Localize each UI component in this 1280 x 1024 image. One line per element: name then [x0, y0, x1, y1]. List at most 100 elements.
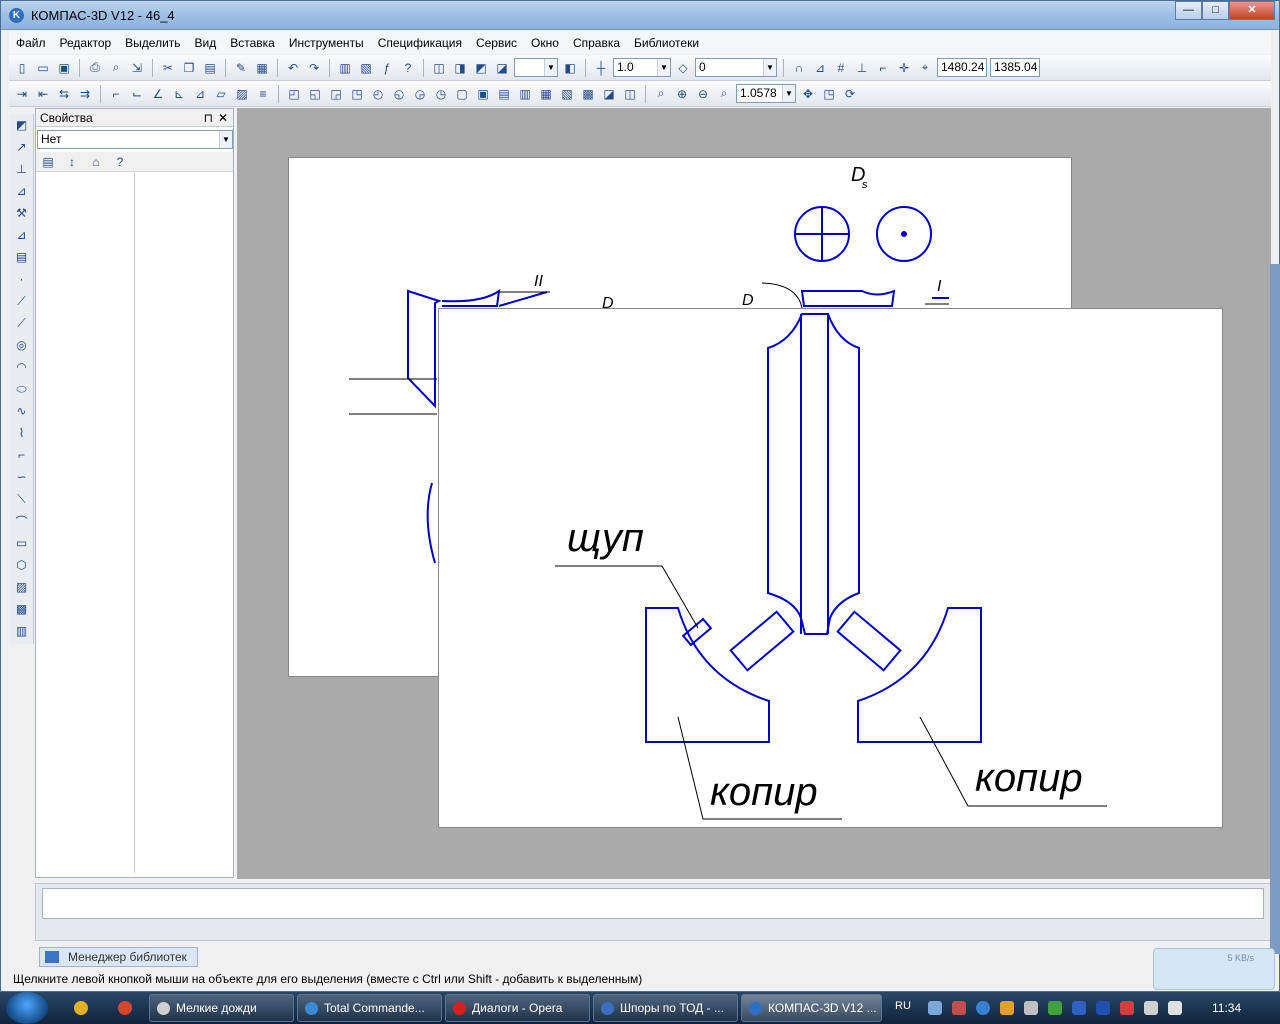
tray-3-icon[interactable]	[976, 1001, 990, 1015]
contour-tool-icon[interactable]: ▥	[13, 622, 31, 640]
menu-editor[interactable]: Редактор	[53, 36, 119, 50]
object-select[interactable]: Нет ▼	[37, 130, 233, 149]
object-props-icon[interactable]: ⌂	[87, 153, 105, 171]
edit-6-icon[interactable]: ◵	[390, 85, 408, 103]
menu-specification[interactable]: Спецификация	[371, 36, 469, 50]
polyline-tool-icon[interactable]: ⌐	[13, 446, 31, 464]
command-line-input[interactable]	[42, 888, 1264, 919]
network-meter-gadget[interactable]: 5 KB/s	[1153, 948, 1275, 990]
task-item-4[interactable]: Шпоры по ТОД - ...	[593, 994, 738, 1022]
copy-icon[interactable]: ❐	[180, 59, 198, 77]
tray-1-icon[interactable]	[928, 1001, 942, 1015]
layer-3-icon[interactable]: ◪	[493, 59, 511, 77]
parametric-2-icon[interactable]: ⇤	[34, 85, 52, 103]
parametric-icon[interactable]: ⇥	[13, 85, 31, 103]
bezier-tool-icon[interactable]: ∽	[13, 468, 31, 486]
snap-settings-icon[interactable]: ⊿	[811, 59, 829, 77]
task-item-2[interactable]: Total Commande...	[297, 994, 442, 1022]
cut-icon[interactable]: ✂	[159, 59, 177, 77]
state-select[interactable]: ▼	[514, 58, 558, 77]
keyboard-layout-icon[interactable]	[1096, 1001, 1110, 1015]
menu-tools[interactable]: Инструменты	[282, 36, 371, 50]
edit-icon[interactable]: ◰	[285, 85, 303, 103]
menu-libraries[interactable]: Библиотеки	[627, 36, 706, 50]
edit-2-icon[interactable]: ◱	[306, 85, 324, 103]
edit-4-icon[interactable]: ◳	[348, 85, 366, 103]
edit-7-icon[interactable]: ◶	[411, 85, 429, 103]
paste-icon[interactable]: ▤	[201, 59, 219, 77]
network-icon[interactable]	[1144, 1001, 1158, 1015]
constraint-8-icon[interactable]: ≡	[254, 85, 272, 103]
layer-2-icon[interactable]: ◩	[472, 59, 490, 77]
coord-x-field[interactable]: 1480.24	[937, 58, 987, 77]
zoom-scale-icon[interactable]: ⌕	[715, 85, 733, 103]
constraint-icon[interactable]: ⌐	[107, 85, 125, 103]
drawing-canvas[interactable]: D s II I D D щуп копир копир	[237, 108, 1271, 879]
rectangle-tool-icon[interactable]: ▭	[13, 534, 31, 552]
quicklaunch-1-icon[interactable]	[74, 1001, 88, 1015]
snap-magnet-icon[interactable]: ∩	[790, 59, 808, 77]
view-icon[interactable]: ◫	[430, 59, 448, 77]
hatch-tool-icon[interactable]: ▨	[13, 578, 31, 596]
polygon-tool-icon[interactable]: ⬡	[13, 556, 31, 574]
edit-13-icon[interactable]: ▦	[537, 85, 555, 103]
constraint-2-icon[interactable]: ⌙	[128, 85, 146, 103]
title-bar[interactable]: K КОМПАС-3D V12 - 46_4 — □ ✕	[1, 1, 1279, 30]
pan-icon[interactable]: ✥	[799, 85, 817, 103]
ortho-icon[interactable]: ⌐	[874, 59, 892, 77]
grid-icon[interactable]: #	[832, 59, 850, 77]
sort-az-icon[interactable]: ↕	[63, 153, 81, 171]
constraint-5-icon[interactable]: ⊿	[191, 85, 209, 103]
task-item-3[interactable]: Диалоги - Opera	[445, 994, 590, 1022]
print-preview-icon[interactable]: ⌕	[107, 59, 125, 77]
chamfer-tool-icon[interactable]: ⟍	[13, 490, 31, 508]
menu-file[interactable]: Файл	[9, 36, 53, 50]
parametric-4-icon[interactable]: ⇉	[76, 85, 94, 103]
kompas-app-icon[interactable]: K	[9, 8, 24, 23]
param-tool-icon[interactable]: ⚒	[13, 204, 31, 222]
edit-10-icon[interactable]: ▣	[474, 85, 492, 103]
layer-state-icon[interactable]: ◧	[561, 59, 579, 77]
constraint-6-icon[interactable]: ▱	[212, 85, 230, 103]
redo-icon[interactable]: ↷	[305, 59, 323, 77]
show-all-icon[interactable]: ◳	[820, 85, 838, 103]
edit-5-icon[interactable]: ◴	[369, 85, 387, 103]
zoom-window-icon[interactable]: ⌕	[652, 85, 670, 103]
format-brush-icon[interactable]: ✎	[232, 59, 250, 77]
volume-icon[interactable]	[1168, 1001, 1182, 1015]
constraint-4-icon[interactable]: ⊾	[170, 85, 188, 103]
constraint-7-icon[interactable]: ▨	[233, 85, 251, 103]
ellipse-tool-icon[interactable]: ⬭	[13, 380, 31, 398]
task-item-1[interactable]: Мелкие дожди	[149, 994, 294, 1022]
layer-select[interactable]: 0 ▼	[695, 58, 777, 77]
drawing-workspace[interactable]: D s II I D D щуп копир копир	[237, 108, 1271, 879]
menu-help[interactable]: Справка	[566, 36, 627, 50]
new-file-icon[interactable]: ▯	[13, 59, 31, 77]
geometry-tool-icon[interactable]: ◩	[13, 116, 31, 134]
line-style-icon[interactable]: ┼	[592, 59, 610, 77]
help-pointer-icon[interactable]: ?	[399, 59, 417, 77]
library-icon[interactable]: ▧	[357, 59, 375, 77]
task-item-5[interactable]: КОМПАС-3D V12 ...	[741, 994, 882, 1022]
layer-select-icon[interactable]: ◇	[674, 59, 692, 77]
menu-window[interactable]: Окно	[524, 36, 566, 50]
tray-4-icon[interactable]	[1000, 1001, 1014, 1015]
start-button[interactable]	[6, 992, 48, 1024]
manager-icon[interactable]: ▥	[336, 59, 354, 77]
export-icon[interactable]: ⇲	[128, 59, 146, 77]
edit-3-icon[interactable]: ◲	[327, 85, 345, 103]
constraint-3-icon[interactable]: ∠	[149, 85, 167, 103]
coord-y-field[interactable]: 1385.04	[990, 58, 1040, 77]
close-panel-icon[interactable]: ✕	[218, 109, 228, 127]
local-cs-icon[interactable]: ⊥	[853, 59, 871, 77]
line-scale-select[interactable]: 1.0 ▼	[613, 58, 671, 77]
undo-icon[interactable]: ↶	[284, 59, 302, 77]
minimize-button[interactable]: —	[1175, 1, 1202, 20]
edit-16-icon[interactable]: ◪	[600, 85, 618, 103]
aux-line-tool-icon[interactable]: ⟋	[13, 292, 31, 310]
tray-8-icon[interactable]	[1120, 1001, 1134, 1015]
tray-2-icon[interactable]	[952, 1001, 966, 1015]
designation-tool-icon[interactable]: ⊥	[13, 160, 31, 178]
edit-tool-icon[interactable]: ⊿	[13, 182, 31, 200]
zoom-out-icon[interactable]: ⊖	[694, 85, 712, 103]
